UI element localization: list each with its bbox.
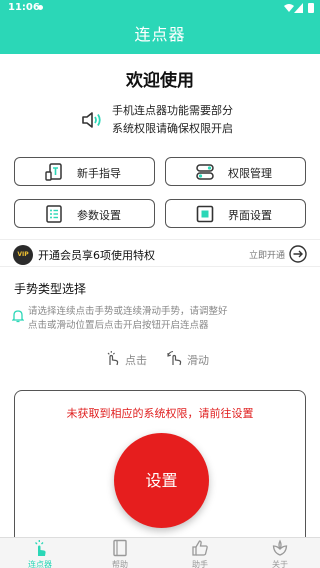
app-title: 连点器 [134,25,186,44]
permission-label: 权限管理 [228,167,272,180]
gesture-click-label: 点击 [125,354,147,367]
welcome-heading: 欢迎使用 [126,71,194,91]
toggle-icon [196,164,214,180]
bell-icon [12,310,24,323]
vip-text: 开通会员享6项使用特权 [38,249,155,262]
vip-badge-icon: VIP [13,245,33,265]
speaker-icon [82,112,101,128]
notification-dot-icon [38,5,43,10]
status-time: 11:06 [8,2,40,13]
vip-banner[interactable]: VIP 开通会员享6项使用特权 立即开通 [0,239,320,267]
gesture-swipe-label: 滑动 [187,354,209,367]
bottom-tab-bar: 连点器 帮助 助手 关于 [0,537,320,568]
gesture-hint-line-1: 请选择连续点击手势或连续滑动手势，请调整好 [28,306,228,317]
guide-label: 新手指导 [77,167,121,180]
arrow-right-icon[interactable] [289,245,307,263]
notice-line-1: 手机连点器功能需要部分 [112,104,233,117]
app-bar: 连点器 [0,16,320,54]
tab-clicker[interactable]: 连点器 [10,538,70,568]
tab-label: 助手 [192,560,208,568]
guide-icon [45,163,62,181]
permission-panel: 未获取到相应的系统权限，请前往设置 设置 [14,390,306,550]
guide-button[interactable]: 新手指导 [14,157,155,186]
gesture-section-title: 手势类型选择 [14,282,87,296]
status-bar: 11:06 [0,0,320,16]
interface-icon [196,205,214,223]
tab-label: 连点器 [28,560,52,568]
params-button[interactable]: 参数设置 [14,199,155,228]
swipe-hand-icon [167,350,182,366]
gesture-hint-line-2: 点击或滑动位置后点击开启按钮开启连点器 [28,320,209,331]
tap-hand-icon [107,351,119,366]
battery-icon [308,3,314,13]
signal-icon [294,3,303,13]
tab-label: 帮助 [112,560,128,568]
thumbs-up-icon [192,540,208,556]
flower-icon [272,539,288,556]
tap-icon [35,540,46,556]
gesture-swipe-option[interactable]: 滑动 [167,350,217,368]
list-icon [46,205,62,223]
wifi-icon [284,4,294,12]
gesture-click-option[interactable]: 点击 [105,350,155,368]
ui-settings-label: 界面设置 [228,209,272,222]
params-label: 参数设置 [77,209,121,222]
tab-about[interactable]: 关于 [250,538,310,568]
permission-button[interactable]: 权限管理 [165,157,306,186]
settings-button[interactable]: 设置 [114,433,209,528]
tab-help[interactable]: 帮助 [90,538,150,568]
notice-line-2: 系统权限请确保权限开启 [112,122,233,135]
book-icon [113,539,127,557]
tab-assistant[interactable]: 助手 [170,538,230,568]
vip-open-link[interactable]: 立即开通 [249,248,285,261]
ui-settings-button[interactable]: 界面设置 [165,199,306,228]
permission-warning: 未获取到相应的系统权限，请前往设置 [66,407,254,420]
tab-label: 关于 [272,560,288,568]
